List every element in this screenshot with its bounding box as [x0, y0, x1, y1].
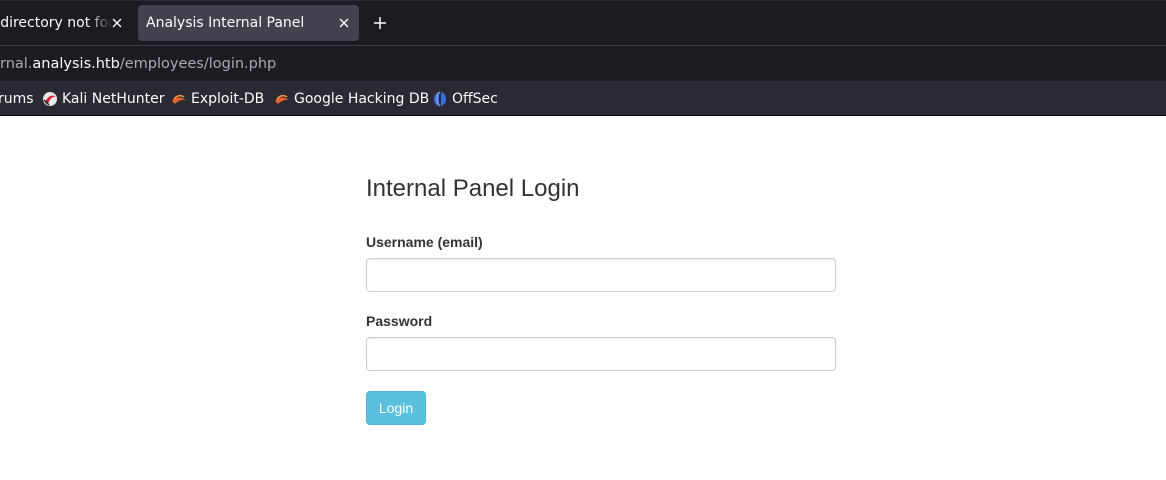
url-path: /employees/login.php [119, 55, 277, 72]
tab-strip: r directory not fou Analysis Internal Pa… [0, 0, 1166, 45]
bookmark-label: OffSec [452, 90, 498, 107]
new-tab-button[interactable] [368, 11, 392, 35]
bookmark-label: Kali NetHunter [62, 90, 165, 107]
bookmark-forums[interactable]: rums [0, 81, 34, 116]
bookmark-kali-nethunter[interactable]: Kali NetHunter [42, 81, 164, 116]
bookmark-google-hacking-db[interactable]: Google Hacking DB [274, 81, 429, 116]
kali-nethunter-icon [42, 91, 58, 107]
url-subdomain: rnal. [0, 55, 33, 72]
bookmark-label: Google Hacking DB [294, 90, 430, 107]
bookmark-label: Exploit-DB [191, 90, 265, 107]
url-host: analysis.htb [32, 55, 120, 72]
url-bar[interactable]: rnal. analysis.htb /employees/login.php [0, 45, 1166, 81]
page-content: Internal Panel Login Username (email) Pa… [0, 116, 1166, 480]
page-title: Internal Panel Login [366, 175, 580, 202]
bookmark-exploit-db[interactable]: Exploit-DB [171, 81, 264, 116]
google-hacking-db-icon [274, 91, 290, 107]
plus-icon [374, 17, 386, 29]
password-input[interactable] [366, 337, 836, 371]
bookmark-offsec[interactable]: OffSec [432, 81, 498, 116]
bookmarks-toolbar: rums Kali NetHunter Exploit-DB Google Ha… [0, 81, 1166, 116]
tab-directory-not-found[interactable]: r directory not fou [0, 5, 130, 41]
tab-analysis-internal-panel[interactable]: Analysis Internal Panel [138, 5, 359, 41]
username-input[interactable] [366, 258, 836, 292]
username-label: Username (email) [366, 234, 483, 250]
navigation-bar: rnal. analysis.htb /employees/login.php [0, 45, 1166, 81]
tab-title: Analysis Internal Panel [146, 15, 305, 31]
bookmark-label: rums [0, 90, 34, 107]
close-icon[interactable] [108, 14, 126, 32]
password-label: Password [366, 313, 433, 329]
offsec-icon [432, 91, 448, 107]
close-icon[interactable] [335, 14, 353, 32]
login-button[interactable]: Login [366, 391, 426, 425]
exploit-db-icon [171, 91, 187, 107]
tab-title: r directory not fou [0, 15, 112, 31]
